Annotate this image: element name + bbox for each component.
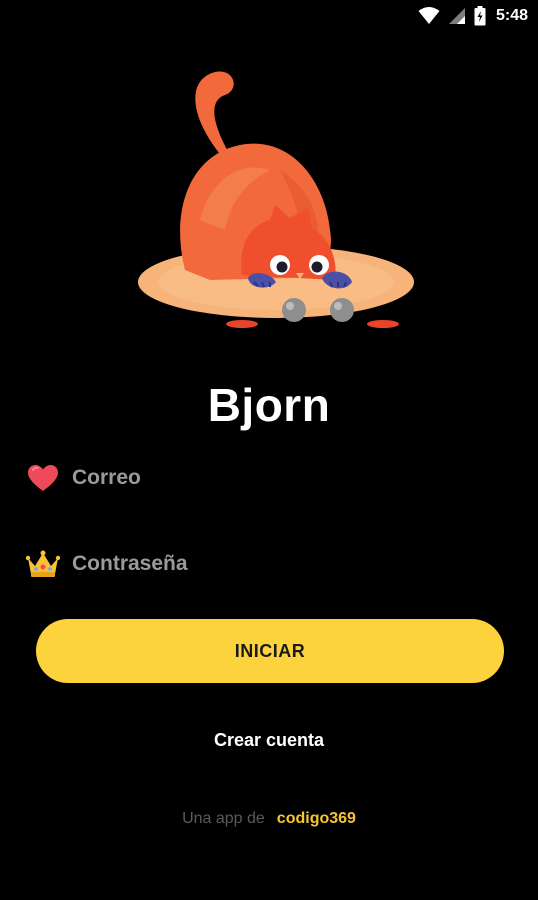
- create-account-link[interactable]: Crear cuenta: [0, 730, 538, 751]
- battery-icon: [474, 6, 486, 26]
- password-field[interactable]: [26, 544, 512, 584]
- crown-icon: [26, 547, 60, 581]
- heart-icon: [26, 461, 60, 495]
- footer-prefix: Una app de: [182, 810, 265, 827]
- cat-illustration: [130, 60, 420, 340]
- password-input[interactable]: [72, 544, 512, 584]
- email-input[interactable]: [72, 458, 512, 498]
- status-time: 5:48: [495, 7, 528, 24]
- footer: Una app de codigo369: [0, 810, 538, 828]
- app-title: Bjorn: [207, 379, 331, 431]
- start-button[interactable]: INICIAR: [36, 619, 504, 683]
- wifi-icon: [418, 7, 440, 25]
- email-field[interactable]: [26, 458, 512, 498]
- footer-brand-link[interactable]: codigo369: [277, 810, 356, 827]
- status-bar: 5:48: [0, 0, 538, 32]
- signal-icon: [448, 7, 466, 25]
